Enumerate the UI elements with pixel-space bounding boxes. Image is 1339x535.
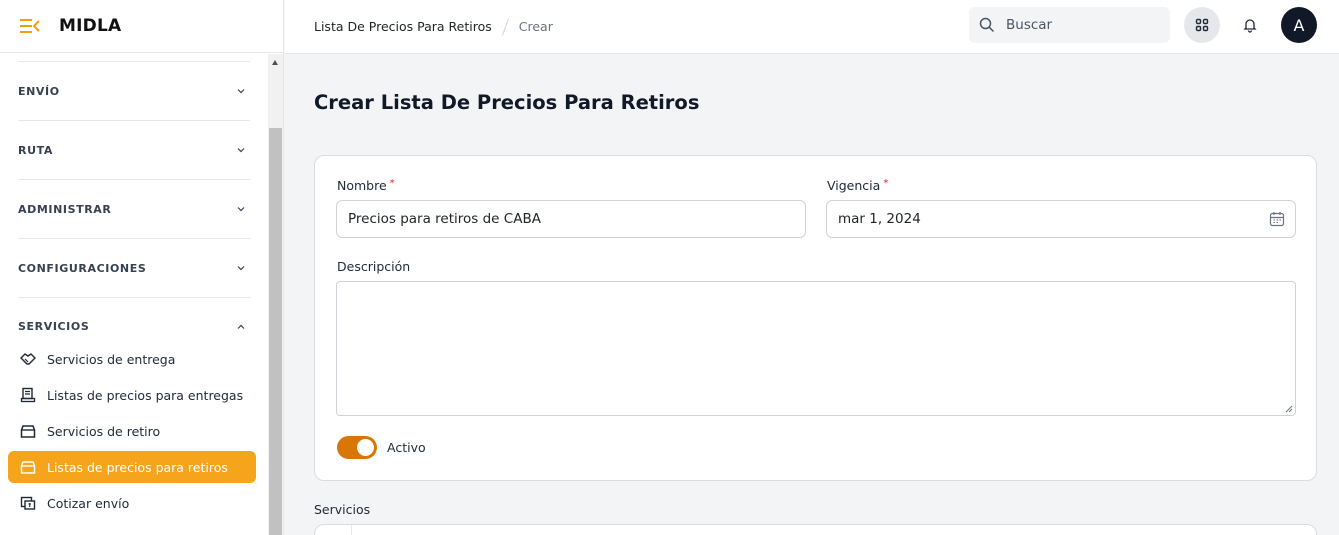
nav-group-servicios[interactable]: SERVICIOS: [18, 297, 250, 345]
sidebar-item-listas-entregas[interactable]: Listas de precios para entregas: [8, 379, 256, 411]
nav-group-label: ENVÍO: [18, 84, 60, 98]
toggle-knob: [357, 439, 374, 456]
search-box[interactable]: [969, 7, 1170, 43]
servicios-section-label: Servicios: [314, 502, 371, 517]
breadcrumb-item-crear: Crear: [518, 19, 553, 34]
required-mark: *: [389, 178, 395, 189]
required-mark: *: [883, 178, 889, 189]
nav-group-configuraciones[interactable]: CONFIGURACIONES: [18, 238, 250, 297]
nav-group-label: CONFIGURACIONES: [18, 261, 147, 275]
sidebar-nav: ENVÍO RUTA ADMINISTRAR CONFIGURACIONES S…: [0, 54, 268, 535]
apps-grid-icon: [1195, 18, 1209, 32]
nav-group-label: ADMINISTRAR: [18, 202, 112, 216]
nav-group-envio[interactable]: ENVÍO: [18, 61, 250, 120]
box-icon: [19, 422, 37, 440]
brand-name: MIDLA: [59, 16, 122, 36]
nombre-label: Nombre *: [337, 178, 395, 193]
sidebar-item-label: Servicios de entrega: [47, 351, 176, 367]
nav-group-ruta[interactable]: RUTA: [18, 120, 250, 179]
breadcrumb-item-lista[interactable]: Lista De Precios Para Retiros: [314, 19, 492, 34]
nombre-value: Precios para retiros de CABA: [348, 211, 541, 227]
nombre-field[interactable]: Precios para retiros de CABA: [336, 200, 806, 238]
scroll-up-arrow-icon[interactable]: [272, 60, 278, 65]
chevron-up-icon: [237, 324, 245, 329]
nav-group-label: SERVICIOS: [18, 320, 90, 333]
vigencia-value: mar 1, 2024: [838, 211, 921, 227]
scrollbar-thumb[interactable]: [269, 128, 282, 535]
calendar-icon[interactable]: [1269, 211, 1285, 227]
nav-group-administrar[interactable]: ADMINISTRAR: [18, 179, 250, 238]
handshake-icon: [19, 350, 37, 368]
descripcion-label: Descripción: [337, 259, 411, 274]
resize-handle-icon[interactable]: [1285, 405, 1293, 413]
vigencia-label: Vigencia *: [827, 178, 888, 193]
breadcrumb: Lista De Precios Para Retiros Crear: [314, 17, 553, 36]
sidebar-item-listas-retiros[interactable]: Listas de precios para retiros: [8, 451, 256, 483]
table-column-divider: [351, 525, 352, 535]
servicios-table: [314, 524, 1317, 535]
notifications-button[interactable]: [1238, 13, 1262, 37]
sidebar-item-cotizar-envio[interactable]: Cotizar envío: [8, 487, 256, 519]
chevron-down-icon: [237, 148, 245, 153]
sidebar-item-servicios-entrega[interactable]: Servicios de entrega: [8, 343, 256, 375]
chevron-down-icon: [237, 89, 245, 94]
vigencia-date-field[interactable]: mar 1, 2024: [826, 200, 1296, 238]
servicios-submenu: Servicios de entrega Listas de precios p…: [0, 343, 268, 519]
avatar[interactable]: A: [1281, 7, 1317, 43]
vigencia-label-text: Vigencia: [827, 178, 881, 193]
sidebar-scrollbar[interactable]: [268, 54, 283, 535]
activo-toggle[interactable]: [337, 436, 377, 459]
nombre-label-text: Nombre: [337, 178, 387, 193]
box-icon: [19, 458, 37, 476]
sidebar-item-label: Listas de precios para retiros: [47, 459, 228, 475]
collapse-menu-icon[interactable]: [20, 19, 40, 33]
page-title: Crear Lista De Precios Para Retiros: [314, 91, 700, 114]
sidebar-item-label: Listas de precios para entregas: [47, 387, 244, 403]
search-icon: [979, 17, 995, 33]
nav-group-label: RUTA: [18, 143, 53, 157]
activo-label: Activo: [387, 440, 426, 455]
sidebar-item-label: Servicios de retiro: [47, 423, 161, 439]
sidebar: MIDLA ENVÍO RUTA ADMINISTRAR CONFIGURACI…: [0, 0, 284, 535]
sidebar-item-servicios-retiro[interactable]: Servicios de retiro: [8, 415, 256, 447]
descripcion-textarea[interactable]: [336, 281, 1296, 416]
quote-icon: [19, 494, 37, 512]
search-input[interactable]: [1006, 17, 1156, 33]
chevron-down-icon: [237, 266, 245, 271]
top-bar: Lista De Precios Para Retiros Crear A: [285, 0, 1339, 54]
apps-button[interactable]: [1184, 7, 1220, 43]
form-card: Nombre * Precios para retiros de CABA Vig…: [314, 155, 1317, 481]
chevron-down-icon: [237, 207, 245, 212]
sidebar-item-label: Cotizar envío: [47, 495, 130, 511]
brand-bar: MIDLA: [0, 0, 283, 53]
price-list-icon: [19, 386, 37, 404]
breadcrumb-separator: [501, 17, 509, 36]
bell-icon: [1243, 19, 1257, 33]
